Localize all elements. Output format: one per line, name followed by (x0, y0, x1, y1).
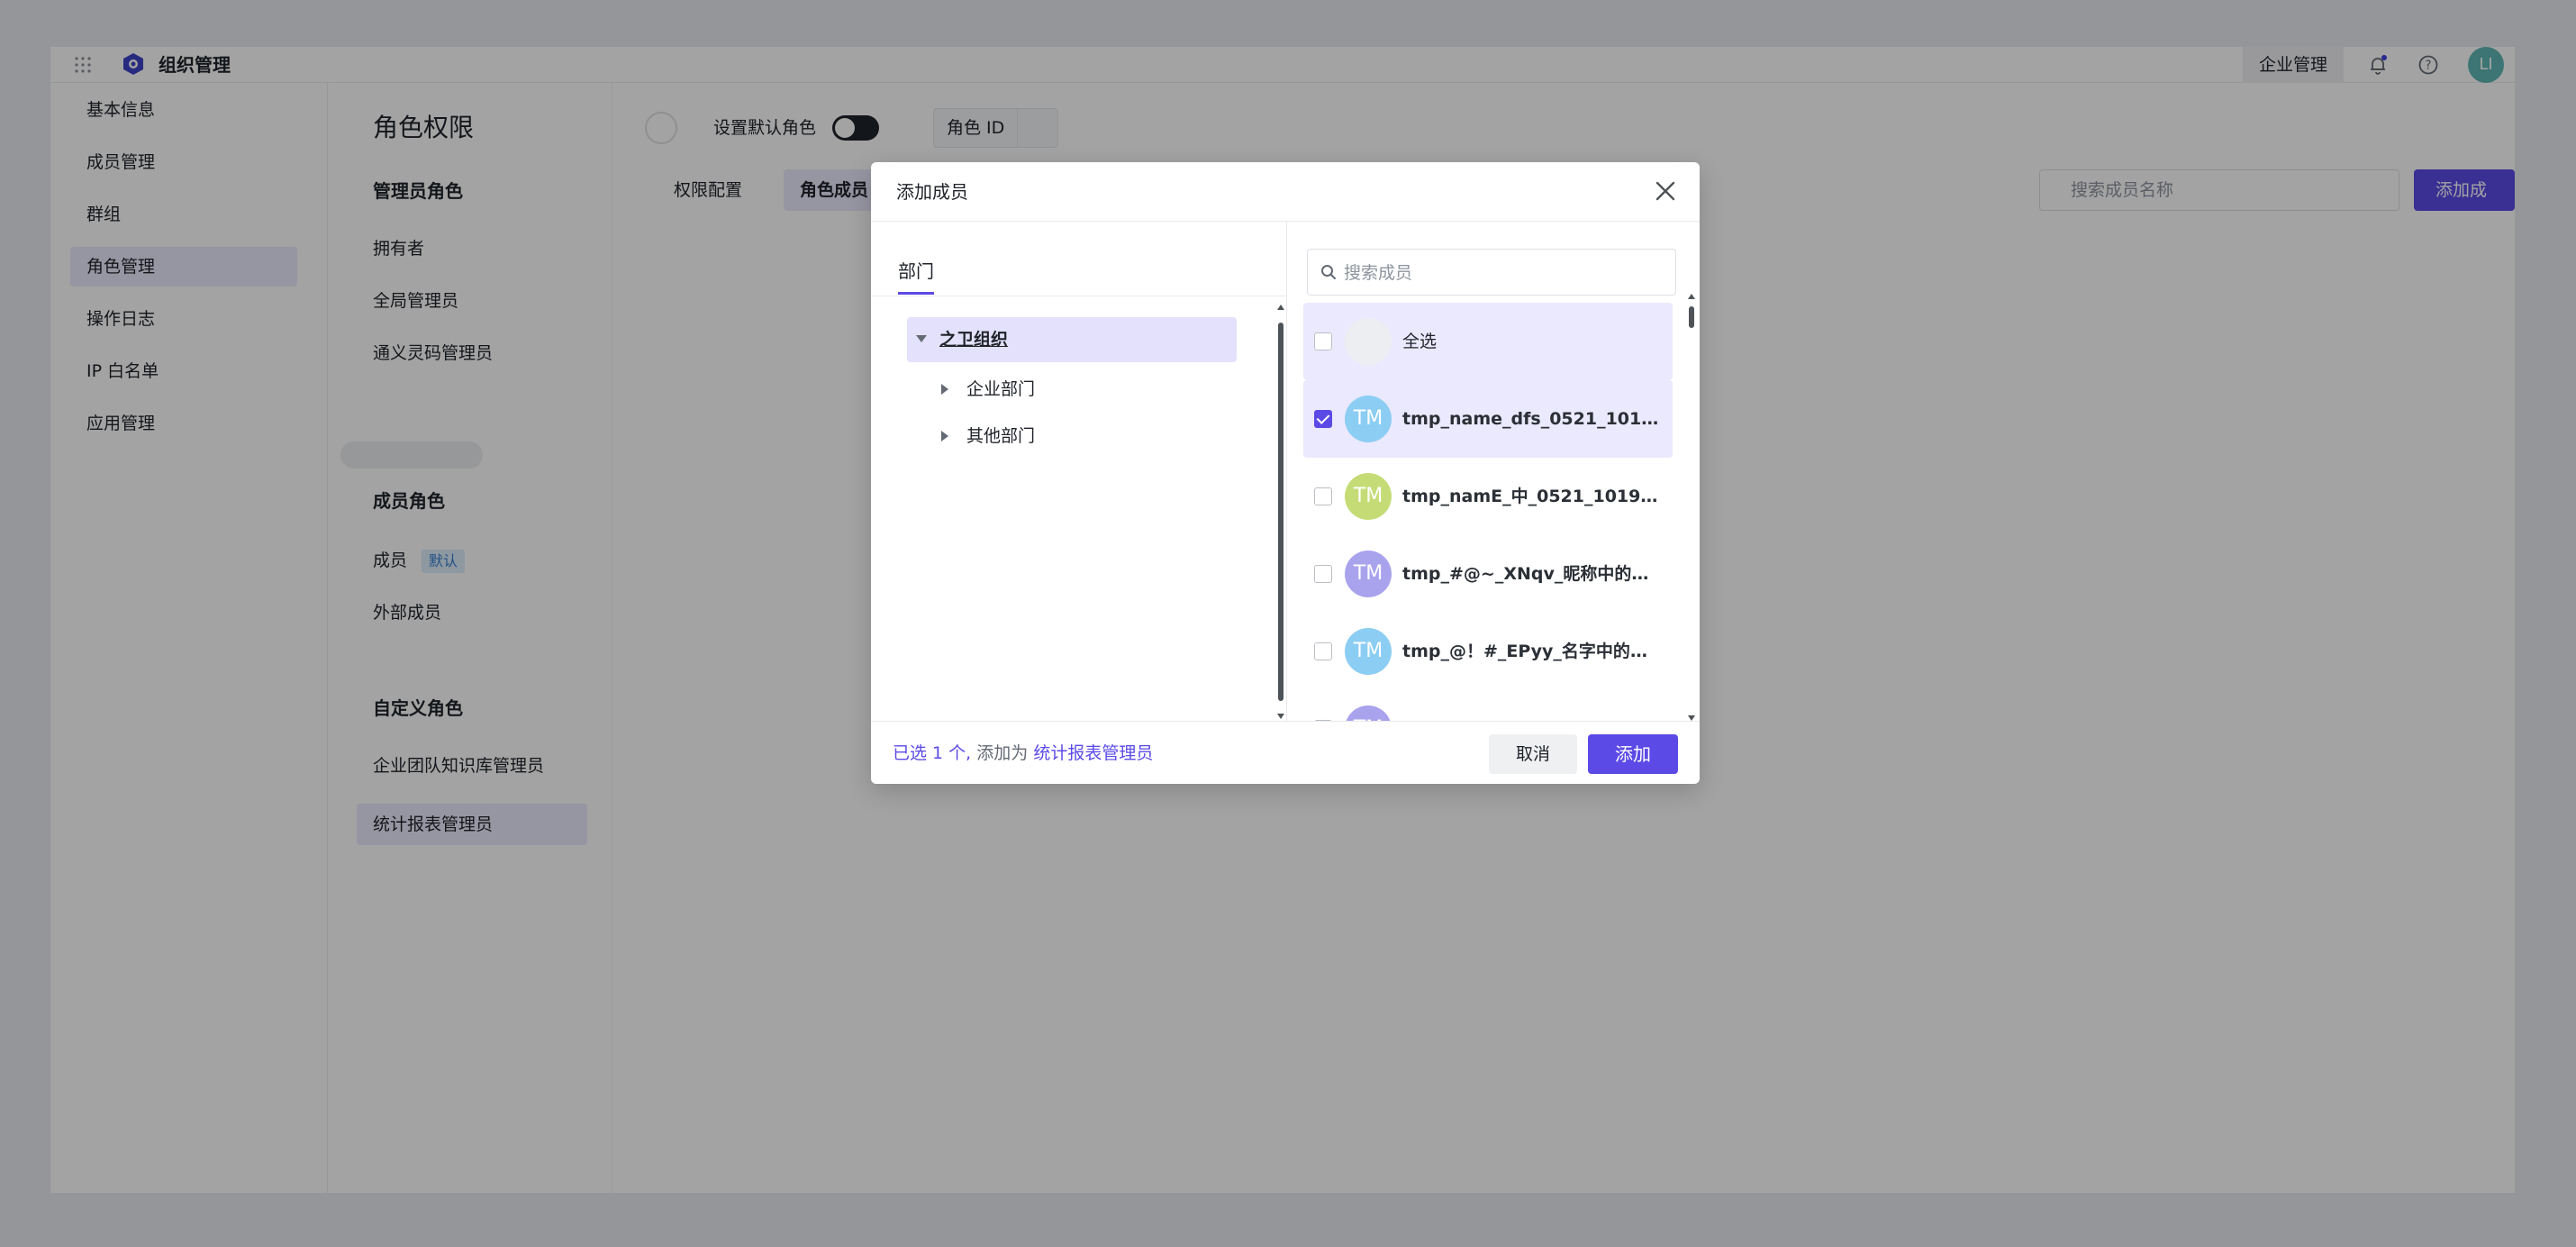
avatar: TM (1345, 551, 1392, 597)
member-checkbox[interactable] (1314, 487, 1332, 505)
add-button[interactable]: 添加 (1588, 734, 1678, 774)
scroll-down-icon[interactable] (1277, 714, 1284, 719)
tree-node-root[interactable]: 之卫组织 (907, 317, 1237, 362)
tree-node-label: 其他部门 (966, 426, 1036, 446)
add-as-text: 添加为 (976, 743, 1029, 763)
dialog-header: 添加成员 (871, 162, 1700, 222)
avatar: TM (1345, 628, 1392, 675)
search-placeholder: 搜索成员 (1344, 263, 1413, 283)
member-search-field[interactable]: 搜索成员 (1307, 249, 1676, 296)
member-name: tmp_@！#_EPyy_名字中的中... (1402, 642, 1664, 661)
avatar (1345, 318, 1392, 365)
caret-right-icon[interactable] (941, 384, 948, 395)
member-checkbox[interactable] (1314, 410, 1332, 428)
member-name: tmp_#@~_XNqv_昵称中的中... (1402, 564, 1664, 584)
dialog-footer: 已选 1 个, 添加为 统计报表管理员 取消 添加 (871, 721, 1700, 784)
member-list-scrollbar[interactable] (1685, 294, 1698, 721)
department-pane: 部门 之卫组织 企业部门 其他部门 (871, 222, 1287, 721)
tree-scrollbar[interactable] (1274, 305, 1287, 719)
close-icon[interactable] (1653, 178, 1678, 204)
member-checkbox[interactable] (1314, 565, 1332, 583)
cancel-button[interactable]: 取消 (1489, 734, 1577, 774)
member-name: tmp_name_dfs_0521_1019_4... (1402, 409, 1664, 429)
select-all-checkbox[interactable] (1314, 332, 1332, 350)
scrollbar-thumb[interactable] (1689, 306, 1694, 328)
selection-summary: 已选 1 个, 添加为 统计报表管理员 (893, 740, 1153, 767)
tree-node-label: 企业部门 (966, 379, 1036, 399)
caret-right-icon[interactable] (941, 431, 948, 441)
member-row[interactable]: TM tmp_namE_中_0521_1019_3... (1303, 458, 1673, 535)
selected-count-text: 已选 1 个, (893, 743, 972, 763)
select-all-row[interactable]: 全选 (1303, 303, 1673, 380)
caret-down-icon[interactable] (916, 335, 927, 342)
dialog-title: 添加成员 (896, 181, 968, 203)
member-row[interactable]: TM tmp_name_dfs_0521_1019_4... (1303, 380, 1673, 458)
target-role-name: 统计报表管理员 (1033, 743, 1154, 763)
tree-node-label: 之卫组织 (939, 330, 1009, 350)
member-name: tmp_namE_中_0521_1019_3... (1402, 487, 1664, 506)
add-member-dialog: 添加成员 部门 之卫组织 企业部门 其他部门 搜索成员 全选 TM tmp_na… (871, 162, 1700, 784)
member-row[interactable]: TM (1303, 690, 1673, 721)
member-row[interactable]: TM tmp_@！#_EPyy_名字中的中... (1303, 613, 1673, 690)
member-checkbox[interactable] (1314, 642, 1332, 660)
member-pane: 搜索成员 全选 TM tmp_name_dfs_0521_1019_4... T… (1287, 222, 1700, 721)
tab-department[interactable]: 部门 (898, 258, 934, 285)
search-icon (1321, 265, 1336, 279)
avatar: TM (1345, 396, 1392, 442)
active-tab-indicator (898, 292, 934, 295)
scrollbar-thumb[interactable] (1278, 323, 1283, 701)
member-row[interactable]: TM tmp_#@~_XNqv_昵称中的中... (1303, 535, 1673, 613)
select-all-label: 全选 (1402, 332, 1438, 351)
avatar: TM (1345, 473, 1392, 520)
avatar: TM (1345, 705, 1392, 721)
scroll-up-icon[interactable] (1688, 294, 1695, 299)
scroll-up-icon[interactable] (1277, 305, 1284, 310)
